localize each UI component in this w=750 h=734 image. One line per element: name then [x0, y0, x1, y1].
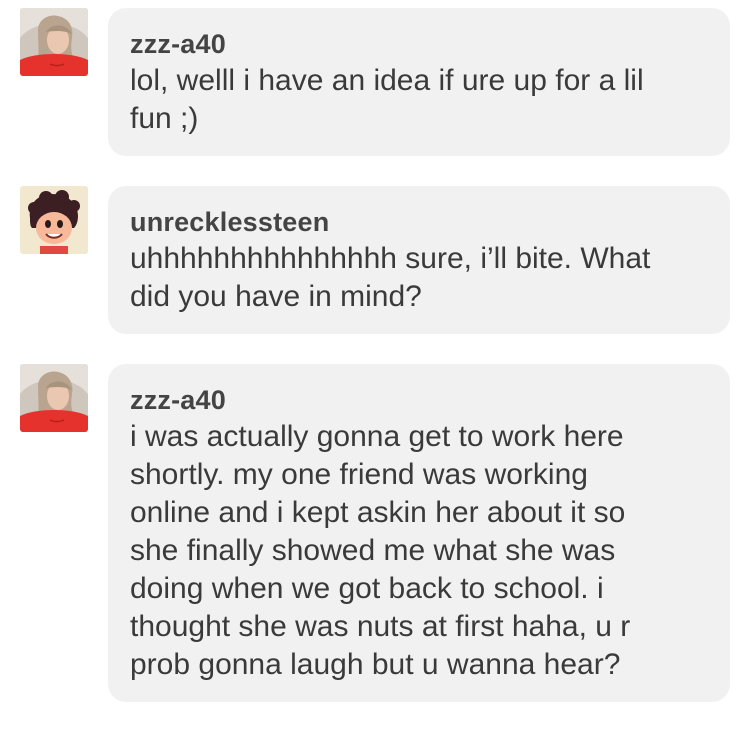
message-thread: zzz-a40 lol, welll i have an idea if ure…: [0, 0, 750, 734]
message-text: i was actually gonna get to work here sh…: [130, 420, 631, 681]
message-text: lol, welll i have an idea if ure up for …: [130, 64, 644, 135]
message-bubble: unrecklessteen uhhhhhhhhhhhhhhh sure, i’…: [108, 186, 730, 334]
message-bubble: zzz-a40 lol, welll i have an idea if ure…: [108, 8, 730, 156]
user-avatar[interactable]: [20, 8, 88, 76]
cartoon-character-icon: [20, 186, 88, 254]
user-avatar[interactable]: [20, 186, 88, 254]
selfie-photo-icon: [20, 8, 88, 76]
message-username[interactable]: unrecklessteen: [130, 206, 708, 238]
user-avatar[interactable]: [20, 364, 88, 432]
message-bubble: zzz-a40 i was actually gonna get to work…: [108, 364, 730, 702]
message-username[interactable]: zzz-a40: [130, 28, 708, 60]
selfie-photo-icon: [20, 364, 88, 432]
message-text: uhhhhhhhhhhhhhhh sure, i’ll bite. What d…: [130, 242, 651, 313]
message-username[interactable]: zzz-a40: [130, 384, 708, 416]
